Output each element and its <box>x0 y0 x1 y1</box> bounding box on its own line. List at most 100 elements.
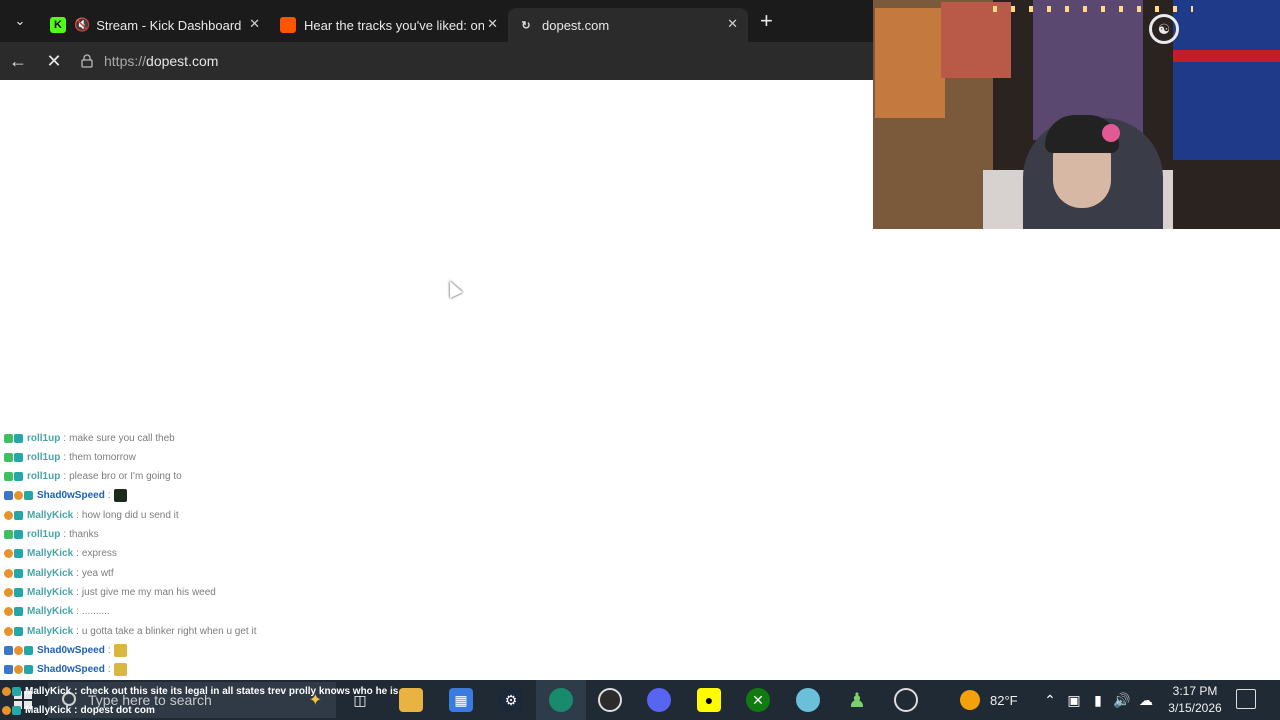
back-button[interactable]: ← <box>0 42 36 80</box>
chat-text: please bro or I'm going to <box>69 471 182 483</box>
microsoft-store-icon[interactable]: ▦ <box>449 688 473 712</box>
chat-message: MallyKick: express <box>4 546 117 562</box>
chat-username[interactable]: MallyKick <box>25 686 71 697</box>
chat-badges <box>4 568 24 578</box>
chat-username[interactable]: MallyKick <box>27 587 73 598</box>
chat-username[interactable]: roll1up <box>27 452 60 463</box>
chat-username[interactable]: MallyKick <box>27 626 73 637</box>
chat-badges <box>4 626 24 636</box>
chat-username[interactable]: roll1up <box>27 471 60 482</box>
weather-widget[interactable]: 82°F <box>960 680 1018 720</box>
chat-separator: : <box>63 471 67 483</box>
chat-badges <box>4 665 34 675</box>
badge-icon <box>4 510 13 520</box>
show-hidden-icons-icon[interactable]: ⌃ <box>1038 688 1062 712</box>
tab-soundcloud[interactable]: Hear the tracks you've liked: on So ✕ <box>270 8 508 42</box>
chat-separator: : <box>76 625 79 637</box>
tab-label: Hear the tracks you've liked: on So <box>304 17 484 33</box>
chat-badges <box>4 607 24 617</box>
new-tab-icon[interactable]: + <box>760 8 773 34</box>
notification-center-icon[interactable] <box>1236 689 1256 709</box>
chat-username[interactable]: roll1up <box>27 529 60 540</box>
chess-icon[interactable]: ♟ <box>845 688 869 712</box>
chat-text: .......... <box>81 606 110 618</box>
url-field[interactable]: https:// dopest.com <box>80 46 861 76</box>
poster <box>875 8 945 118</box>
chat-separator: : <box>74 704 78 716</box>
recording-app-icon[interactable] <box>894 688 918 712</box>
chat-separator: : <box>63 432 67 444</box>
chat-badges <box>4 587 24 597</box>
microphone-icon[interactable]: ▮ <box>1086 688 1110 712</box>
edge-icon[interactable] <box>549 688 573 712</box>
address-bar: ← ✕ https:// dopest.com <box>0 42 873 80</box>
badge-icon <box>14 626 23 636</box>
chat-username[interactable]: MallyKick <box>27 510 73 521</box>
chat-message: roll1up: please bro or I'm going to <box>4 469 182 485</box>
chat-username[interactable]: Shad0wSpeed <box>37 490 105 501</box>
app-icon[interactable] <box>796 688 820 712</box>
badge-icon <box>4 607 13 617</box>
chat-badges <box>4 645 34 655</box>
webcam-overlay: ☯ <box>873 0 1280 229</box>
mute-icon[interactable]: 🔇 <box>74 17 90 33</box>
chat-message: Shad0wSpeed: <box>4 662 127 678</box>
chat-text: how long did u send it <box>81 509 179 521</box>
badge-icon <box>24 665 33 675</box>
badge-icon <box>14 607 23 617</box>
badge-icon <box>4 587 13 597</box>
stream-logo-icon: ☯ <box>1149 14 1179 44</box>
chat-text: make sure you call theb <box>69 432 175 444</box>
chat-text: check out this site its legal in all sta… <box>80 685 399 697</box>
lock-icon <box>80 54 94 68</box>
close-icon[interactable]: ✕ <box>487 16 498 32</box>
badge-icon <box>14 645 23 655</box>
cap-logo <box>1102 124 1120 142</box>
volume-icon[interactable]: 🔊 <box>1110 688 1134 712</box>
chat-text: dopest dot com <box>80 704 155 716</box>
temperature: 82°F <box>990 692 1018 708</box>
xbox-icon[interactable]: ✕ <box>746 688 770 712</box>
system-clock[interactable]: 3:17 PM 3/15/2026 <box>1160 683 1230 717</box>
device-icon[interactable]: ▣ <box>1062 688 1086 712</box>
badge-icon <box>14 491 23 501</box>
chat-text: thanks <box>69 529 99 540</box>
stream-chat: roll1up: make sure you call theb roll1up: t… <box>0 418 500 678</box>
chat-badges <box>2 686 22 696</box>
discord-icon[interactable] <box>647 688 671 712</box>
chat-message: MallyKick: check out this site its legal … <box>2 684 398 698</box>
tab-dopest[interactable]: ↻ dopest.com ✕ <box>508 8 748 42</box>
obs-icon[interactable] <box>598 688 622 712</box>
chat-message: MallyKick: how long did u send it <box>4 507 179 523</box>
tab-actions-menu[interactable]: ⌄ <box>0 0 40 42</box>
tab-kick-dashboard[interactable]: K 🔇 Stream - Kick Dashboard ✕ <box>40 8 270 42</box>
file-explorer-icon[interactable] <box>399 688 423 712</box>
chat-text: u gotta take a blinker right when u get … <box>81 625 257 637</box>
chat-separator: : <box>63 451 67 463</box>
close-icon[interactable]: ✕ <box>249 16 260 32</box>
chat-badges <box>4 452 24 462</box>
chat-message: roll1up: them tomorrow <box>4 449 136 465</box>
close-icon[interactable]: ✕ <box>727 16 738 32</box>
chat-username[interactable]: MallyKick <box>27 606 73 617</box>
chat-separator: : <box>76 509 79 521</box>
badge-icon <box>4 645 13 655</box>
snapchat-icon[interactable]: ● <box>697 688 721 712</box>
chat-username[interactable]: MallyKick <box>25 705 71 716</box>
chat-badges <box>2 705 22 715</box>
onedrive-icon[interactable]: ☁ <box>1134 688 1158 712</box>
chat-username[interactable]: Shad0wSpeed <box>37 664 105 675</box>
screen: ⌄ K 🔇 Stream - Kick Dashboard ✕ Hear the… <box>0 0 1280 720</box>
chat-username[interactable]: MallyKick <box>27 568 73 579</box>
string-lights <box>993 6 1193 12</box>
badge-icon <box>4 549 13 559</box>
steam-icon[interactable]: ⚙ <box>499 688 523 712</box>
loading-icon: ↻ <box>521 19 531 32</box>
chat-username[interactable]: MallyKick <box>27 548 73 559</box>
stop-loading-button[interactable]: ✕ <box>36 42 72 80</box>
chat-username[interactable]: roll1up <box>27 433 60 444</box>
chat-username[interactable]: Shad0wSpeed <box>37 645 105 656</box>
chat-separator: : <box>76 567 79 579</box>
badge-icon <box>4 530 13 539</box>
clock-time: 3:17 PM <box>1172 684 1218 698</box>
